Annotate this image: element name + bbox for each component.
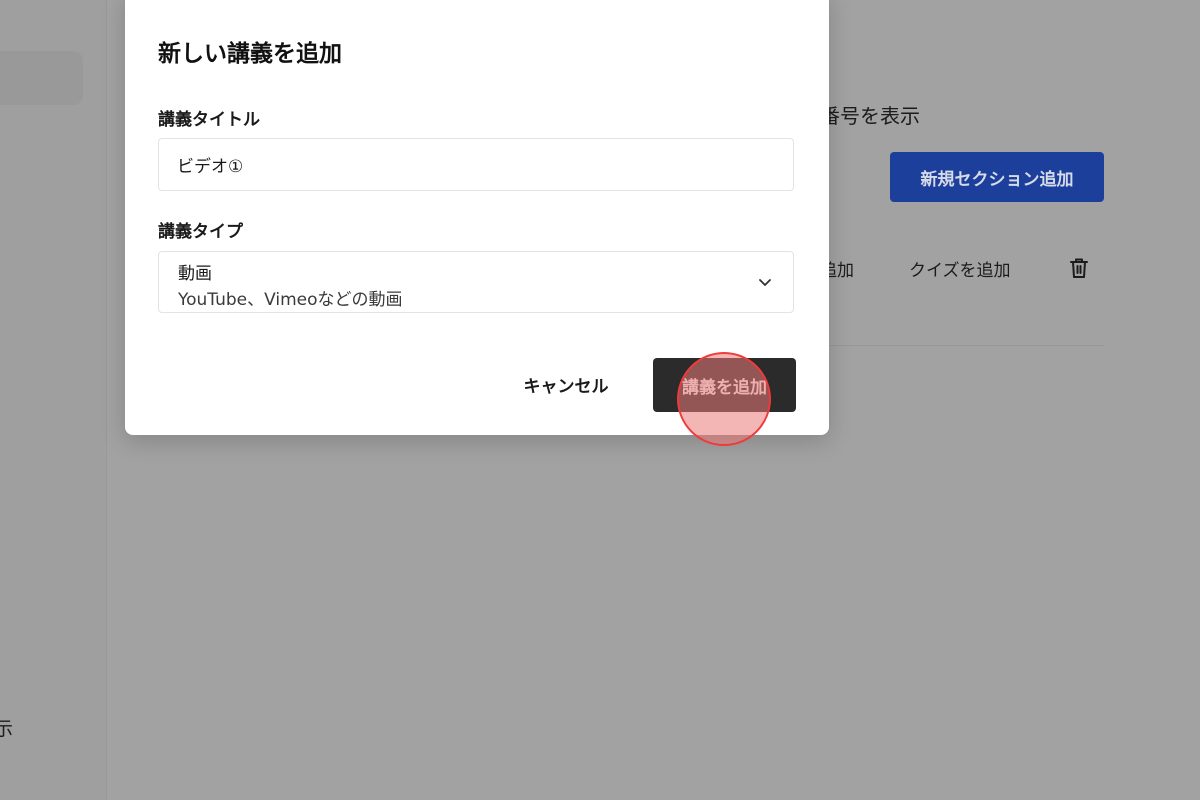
new-section-button[interactable]: 新規セクション追加 <box>890 152 1104 202</box>
cancel-button[interactable]: キャンセル <box>510 358 622 410</box>
sidebar-divider <box>106 0 107 800</box>
sidebar-active-item[interactable] <box>0 51 83 105</box>
show-number-label: 番号を表示 <box>820 104 920 128</box>
lecture-type-select[interactable]: 動画 YouTube、Vimeoなどの動画 <box>158 251 794 313</box>
trash-icon[interactable] <box>1068 256 1090 280</box>
lecture-type-label: 講義タイプ <box>158 222 243 242</box>
lecture-title-input[interactable] <box>158 138 794 191</box>
sidebar <box>0 0 106 800</box>
add-quiz-link[interactable]: クイズを追加 <box>909 256 1011 281</box>
sidebar-item-label[interactable]: 示 <box>0 714 13 741</box>
lecture-type-selected: 動画 <box>178 264 212 284</box>
chevron-down-icon <box>759 279 771 286</box>
lecture-type-description: YouTube、Vimeoなどの動画 <box>178 290 403 310</box>
modal-title: 新しい講義を追加 <box>158 41 342 67</box>
section-divider <box>820 345 1104 346</box>
lecture-title-label: 講義タイトル <box>158 110 260 130</box>
add-lecture-modal: 新しい講義を追加 講義タイトル 講義タイプ 動画 YouTube、Vimeoなど… <box>125 0 829 435</box>
add-lecture-button[interactable]: 講義を追加 <box>653 358 796 412</box>
